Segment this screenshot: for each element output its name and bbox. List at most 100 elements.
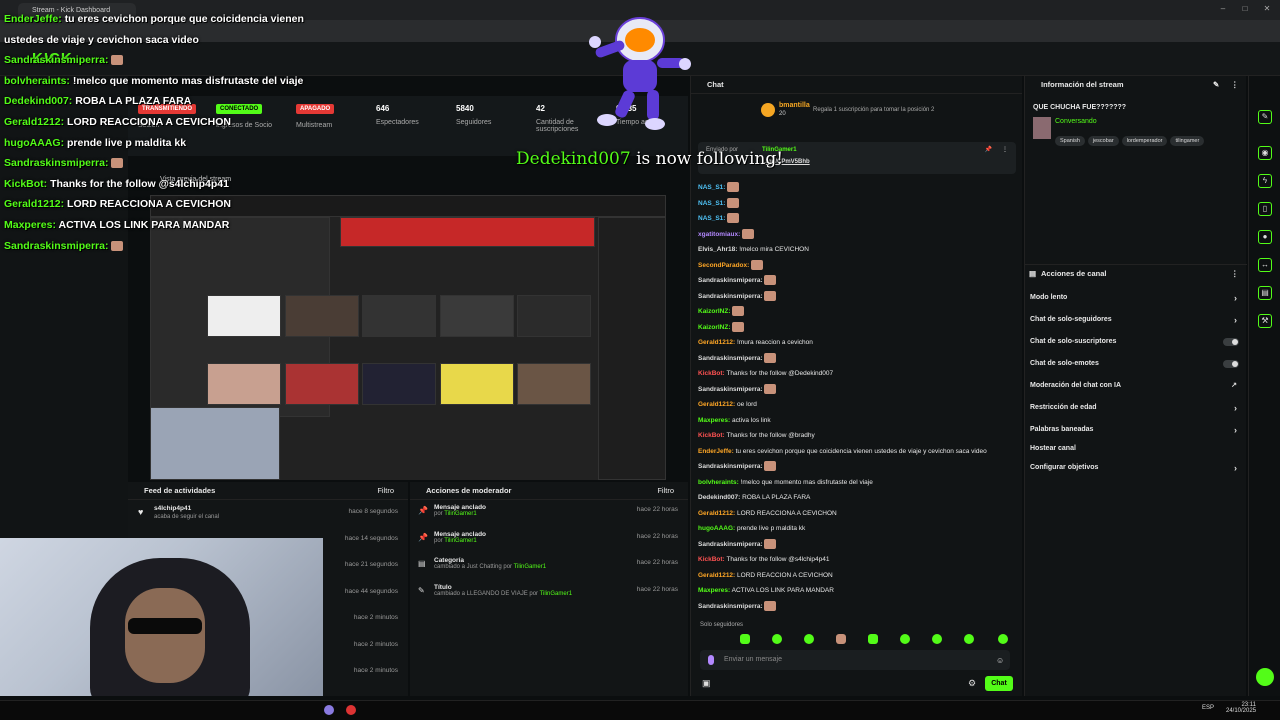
chat-username[interactable]: Gerald1212: — [698, 339, 735, 346]
chat-username[interactable]: KickBot: — [698, 432, 725, 439]
chat-message[interactable]: Sandraskinsmiperra: — [698, 382, 1016, 398]
chat-message[interactable]: Gerald1212: !mura reaccion a cevichon — [698, 335, 1016, 351]
chat-message[interactable]: Elvis_Ahr18: !melco mira CEVICHON — [698, 242, 1016, 258]
emote-icon[interactable] — [740, 634, 750, 644]
chat-username[interactable]: NAS_S1: — [698, 200, 725, 207]
action-emotes-only[interactable]: Chat de solo-emotes — [1025, 353, 1247, 375]
mod-action-user[interactable]: TilinGamer1 — [514, 564, 546, 570]
chat-message[interactable]: KickBot: Thanks for the follow @Dedekind… — [698, 366, 1016, 382]
mod-action-user[interactable]: TilinGamer1 — [540, 591, 572, 597]
action-ai-moderation[interactable]: Moderación del chat con IA ↗ — [1025, 375, 1247, 397]
chat-message[interactable]: KaizorINZ: — [698, 320, 1016, 336]
chat-username[interactable]: hugoAAAG: — [698, 525, 735, 532]
chat-message[interactable]: Sandraskinsmiperra: — [698, 273, 1016, 289]
chat-settings-icon[interactable]: ⚙ — [968, 678, 976, 689]
pin-icon[interactable]: 📌 — [985, 146, 992, 153]
chat-username[interactable]: Sandraskinsmiperra: — [698, 463, 763, 470]
top-gifter-name[interactable]: bmantilla — [779, 102, 810, 109]
stream-category[interactable]: Conversando — [1055, 118, 1097, 125]
chat-username[interactable]: KickBot: — [698, 556, 725, 563]
emote-icon[interactable] — [964, 634, 974, 644]
emote-icon[interactable] — [804, 634, 814, 644]
chat-username[interactable]: Sandraskinsmiperra: — [698, 386, 763, 393]
chat-message[interactable]: NAS_S1: — [698, 211, 1016, 227]
chat-message[interactable]: Sandraskinsmiperra: — [698, 351, 1016, 367]
chat-input[interactable]: Enviar un mensaje — [700, 650, 1010, 670]
discord-icon[interactable] — [324, 705, 334, 715]
chat-username[interactable]: Sandraskinsmiperra: — [698, 355, 763, 362]
obs-icon[interactable] — [346, 705, 356, 715]
chat-message[interactable]: KickBot: Thanks for the follow @s4lchip4… — [698, 552, 1016, 568]
chat-message[interactable]: bolvheraints: !melco que momento mas dis… — [698, 475, 1016, 491]
language-indicator[interactable]: ESP — [1202, 705, 1214, 711]
chat-message[interactable]: xgatitomiaux: — [698, 227, 1016, 243]
chat-username[interactable]: bolvheraints: — [698, 479, 739, 486]
camera-tool-icon[interactable]: ◉ — [1258, 146, 1272, 160]
subs-only-toggle[interactable] — [1223, 338, 1239, 346]
wrench-tool-icon[interactable]: ⚒ — [1258, 314, 1272, 328]
channel-actions-menu-icon[interactable]: ⋮ — [1231, 265, 1239, 283]
chat-username[interactable]: Dedekind007: — [698, 494, 740, 501]
chat-message[interactable]: Sandraskinsmiperra: — [698, 289, 1016, 305]
menu-icon[interactable]: ⋮ — [1231, 76, 1239, 94]
chat-username[interactable]: NAS_S1: — [698, 184, 725, 191]
mod-action-item[interactable]: ✎ Título cambiado a LLEGANDO DE VIAJE po… — [410, 580, 688, 607]
close-icon[interactable]: ✕ — [1260, 4, 1274, 13]
chat-username[interactable]: NAS_S1: — [698, 215, 725, 222]
chat-username[interactable]: xgatitomiaux: — [698, 231, 740, 238]
chat-message[interactable]: Sandraskinsmiperra: — [698, 537, 1016, 553]
action-host-channel[interactable]: Hostear canal — [1025, 441, 1247, 457]
emote-icon[interactable] — [998, 634, 1008, 644]
chat-message[interactable]: KaizorINZ: — [698, 304, 1016, 320]
edit-tool-icon[interactable]: ✎ — [1258, 110, 1272, 124]
emoji-icon[interactable]: ☺ — [996, 656, 1004, 665]
link-tool-icon[interactable]: ↔ — [1258, 258, 1272, 272]
chat-message[interactable]: Maxperes: ACTIVA LOS LINK PARA MANDAR — [698, 583, 1016, 599]
chat-username[interactable]: Gerald1212: — [698, 510, 735, 517]
feed-filter-button[interactable]: Filtro — [377, 482, 394, 500]
bolt-tool-icon[interactable]: ϟ — [1258, 174, 1272, 188]
chat-username[interactable]: Sandraskinsmiperra: — [698, 603, 763, 610]
chat-message[interactable]: Gerald1212: LORD REACCION A CEVICHON — [698, 568, 1016, 584]
chat-username[interactable]: EnderJeffe: — [698, 448, 734, 455]
chat-message[interactable]: Sandraskinsmiperra: — [698, 599, 1016, 615]
chat-username[interactable]: Maxperes: — [698, 417, 730, 424]
action-subs-only[interactable]: Chat de solo-suscriptores — [1025, 331, 1247, 353]
mod-action-item[interactable]: 📌 Mensaje anclado por TilinGamer1 hace 2… — [410, 500, 688, 527]
minimize-icon[interactable]: – — [1216, 4, 1230, 13]
chat-message[interactable]: NAS_S1: — [698, 180, 1016, 196]
help-icon[interactable] — [1256, 668, 1274, 686]
chat-message[interactable]: EnderJeffe: tu eres cevichon porque que … — [698, 444, 1016, 460]
action-followers-only[interactable]: Chat de solo-seguidores › — [1025, 309, 1247, 331]
mod-action-user[interactable]: TilinGamer1 — [444, 511, 476, 517]
emote-icon[interactable] — [868, 634, 878, 644]
chat-username[interactable]: Maxperes: — [698, 587, 730, 594]
chat-message[interactable]: hugoAAAG: prende live p maldita kk — [698, 521, 1016, 537]
chat-username[interactable]: Gerald1212: — [698, 401, 735, 408]
action-age-restriction[interactable]: Restricción de edad › — [1025, 397, 1247, 419]
action-banned-words[interactable]: Palabras baneadas › — [1025, 419, 1247, 441]
chat-tool-icon[interactable]: ● — [1258, 230, 1272, 244]
chat-username[interactable]: KickBot: — [698, 370, 725, 377]
chat-message[interactable]: NAS_S1: — [698, 196, 1016, 212]
maximize-icon[interactable]: □ — [1238, 4, 1252, 13]
chat-send-button[interactable]: Chat — [985, 676, 1013, 691]
emotes-only-toggle[interactable] — [1223, 360, 1239, 368]
emote-icon[interactable] — [836, 634, 846, 644]
feed-item[interactable]: ♥ s4lchip4p41 acaba de seguir el canal h… — [128, 500, 408, 527]
gift-icon[interactable]: ▣ — [702, 678, 711, 689]
chat-message[interactable]: Sandraskinsmiperra: — [698, 459, 1016, 475]
pinned-menu-icon[interactable]: ⋮ — [1002, 146, 1008, 153]
mod-action-user[interactable]: TilinGamer1 — [444, 538, 476, 544]
layout-tool-icon[interactable]: ▤ — [1258, 286, 1272, 300]
action-slow-mode[interactable]: Modo lento › — [1025, 287, 1247, 309]
chat-message[interactable]: KickBot: Thanks for the follow @bradhy — [698, 428, 1016, 444]
action-configure-goals[interactable]: Configurar objetivos › — [1025, 457, 1247, 479]
phone-tool-icon[interactable]: ▯ — [1258, 202, 1272, 216]
chat-username[interactable]: SecondParadox: — [698, 262, 749, 269]
mod-action-item[interactable]: ▤ Categoría cambiado a Just Chatting por… — [410, 553, 688, 580]
chat-message[interactable]: Gerald1212: oe lord — [698, 397, 1016, 413]
chat-username[interactable]: Gerald1212: — [698, 572, 735, 579]
emote-icon[interactable] — [932, 634, 942, 644]
chat-message[interactable]: Gerald1212: LORD REACCIONA A CEVICHON — [698, 506, 1016, 522]
